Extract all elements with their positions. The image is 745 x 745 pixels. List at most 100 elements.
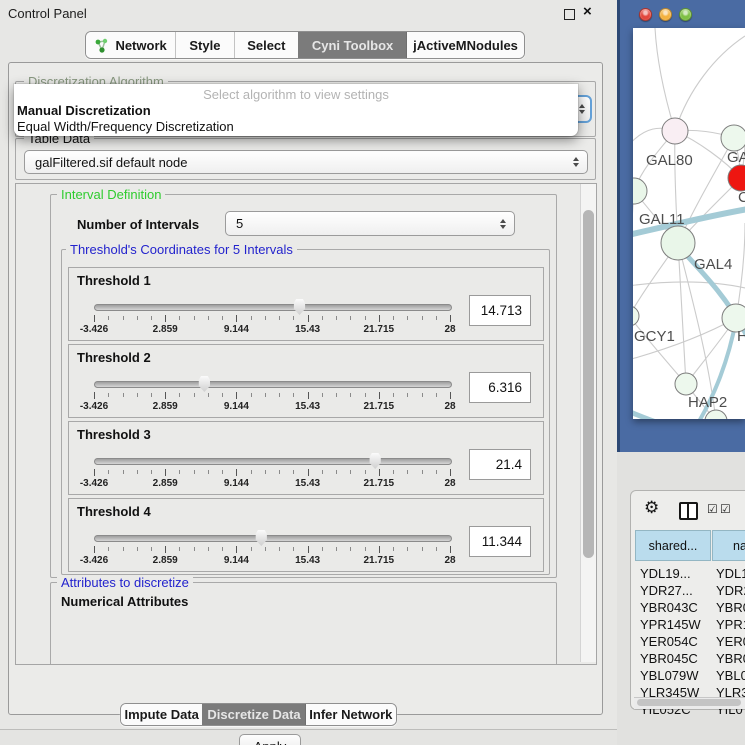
slider-tick bbox=[108, 316, 109, 320]
tab-label: Discretize Data bbox=[207, 707, 300, 722]
slider-tick bbox=[279, 393, 280, 397]
threshold-2-slider-handle[interactable] bbox=[197, 375, 211, 392]
node-label-gal4: GAL4 bbox=[694, 256, 732, 273]
table-data-combobox-value: galFiltered.sif default node bbox=[35, 155, 187, 170]
column-layout-icon[interactable] bbox=[679, 502, 698, 520]
tab-cyni-toolbox[interactable]: Cyni Toolbox bbox=[298, 32, 406, 58]
node-hap2[interactable] bbox=[675, 373, 697, 395]
tab-discretize-data[interactable]: Discretize Data bbox=[202, 704, 304, 725]
float-window-icon[interactable] bbox=[564, 9, 575, 20]
slider-tick bbox=[194, 547, 195, 551]
table-scrollbar-thumb[interactable] bbox=[637, 699, 741, 706]
threshold-3-label: Threshold 3 bbox=[77, 427, 151, 442]
threshold-coordinates-title: Threshold's Coordinates for 5 Intervals bbox=[66, 243, 297, 257]
slider-tick-label: 21.715 bbox=[354, 401, 404, 412]
threshold-4-slider-handle[interactable] bbox=[254, 529, 268, 546]
threshold-1-slider-track[interactable] bbox=[94, 304, 452, 311]
table-row[interactable]: YPR145WYPR1 bbox=[634, 617, 745, 634]
column-header-shared-name[interactable]: shared... bbox=[635, 530, 711, 561]
threshold-4-value-field[interactable]: 11.344 bbox=[469, 526, 531, 557]
minimize-traffic-light-icon[interactable] bbox=[659, 8, 672, 21]
combobox-stepper-icon bbox=[579, 104, 585, 114]
slider-tick bbox=[94, 546, 95, 553]
node-gal11[interactable] bbox=[633, 178, 647, 204]
threshold-4-box: Threshold 4-3.4262.8599.14415.4321.71528… bbox=[68, 498, 544, 572]
slider-tick bbox=[137, 393, 138, 397]
node-gcy1[interactable] bbox=[633, 306, 639, 326]
slider-tick bbox=[293, 547, 294, 551]
slider-tick bbox=[265, 470, 266, 474]
slider-tick bbox=[123, 547, 124, 551]
attributes-group-title: Attributes to discretize bbox=[57, 576, 193, 590]
network-edge[interactable] bbox=[655, 28, 675, 131]
threshold-1-slider-handle[interactable] bbox=[293, 298, 307, 315]
threshold-1-value-field[interactable]: 14.713 bbox=[469, 295, 531, 326]
slider-tick bbox=[407, 393, 408, 397]
table-row[interactable]: YBR045CYBR0 bbox=[634, 651, 745, 668]
table-row[interactable]: YBR043CYBR0 bbox=[634, 600, 745, 617]
node-gal4[interactable] bbox=[661, 226, 695, 260]
dropdown-item-manual-discretization[interactable]: Manual Discretization bbox=[14, 103, 578, 119]
cell-shared-name: YDR27... bbox=[640, 583, 693, 598]
threshold-3-value-field[interactable]: 21.4 bbox=[469, 449, 531, 480]
node-label-gal11: GAL11 bbox=[639, 211, 685, 228]
table-row[interactable]: YER054CYER0 bbox=[634, 634, 745, 651]
tab-jactivemnodules[interactable]: jActiveMNodules bbox=[406, 32, 524, 58]
checkbox-icon[interactable]: ☑ bbox=[720, 502, 731, 516]
slider-tick-label: 9.144 bbox=[211, 555, 261, 566]
threshold-2-value-field[interactable]: 6.316 bbox=[469, 372, 531, 403]
slider-tick-label: 28 bbox=[425, 555, 475, 566]
table-data-group: Table Data galFiltered.sif default node bbox=[15, 138, 596, 180]
slider-tick bbox=[251, 393, 252, 397]
network-edge[interactable] bbox=[675, 36, 745, 131]
slider-tick bbox=[236, 392, 237, 399]
cell-shared-name: YER054C bbox=[640, 634, 698, 649]
slider-tick bbox=[365, 316, 366, 320]
tab-network[interactable]: Network bbox=[86, 32, 175, 58]
column-header-name[interactable]: na bbox=[712, 530, 745, 561]
table-row[interactable]: YDL19...YDL1 bbox=[634, 566, 745, 583]
network-canvas[interactable]: GAL80GACGAL11GAL4GCY1HHAP2 bbox=[633, 28, 745, 419]
tab-infer-network[interactable]: Infer Network bbox=[305, 704, 396, 725]
network-edge[interactable] bbox=[633, 191, 634, 316]
table-row[interactable]: YBL079WYBL0 bbox=[634, 668, 745, 685]
threshold-2-slider-track[interactable] bbox=[94, 381, 452, 388]
apply-button[interactable]: Apply bbox=[239, 734, 301, 745]
node-label-c: C bbox=[738, 189, 745, 206]
zoom-traffic-light-icon[interactable] bbox=[679, 8, 692, 21]
settings-scrollbar-thumb[interactable] bbox=[583, 210, 594, 558]
tab-style[interactable]: Style bbox=[175, 32, 233, 58]
number-of-intervals-combobox[interactable]: 5 bbox=[225, 211, 515, 236]
tab-select[interactable]: Select bbox=[234, 32, 298, 58]
slider-tick bbox=[236, 546, 237, 553]
tab-impute-data[interactable]: Impute Data bbox=[121, 704, 202, 725]
slider-tick bbox=[165, 469, 166, 476]
dropdown-item-equal-width-frequency-discretization[interactable]: Equal Width/Frequency Discretization bbox=[14, 119, 578, 135]
number-of-intervals-value: 5 bbox=[236, 216, 243, 231]
table-data-combobox[interactable]: galFiltered.sif default node bbox=[24, 150, 588, 174]
slider-tick-label: -3.426 bbox=[69, 324, 119, 335]
slider-tick bbox=[94, 392, 95, 399]
threshold-3-slider-handle[interactable] bbox=[368, 452, 382, 469]
threshold-4-slider-track[interactable] bbox=[94, 535, 452, 542]
slider-tick bbox=[379, 546, 380, 553]
tab-label: Impute Data bbox=[125, 707, 199, 722]
combobox-stepper-icon bbox=[500, 219, 506, 229]
settings-vertical-scrollbar[interactable] bbox=[580, 184, 596, 662]
close-traffic-light-icon[interactable] bbox=[639, 8, 652, 21]
slider-tick bbox=[436, 316, 437, 320]
close-icon[interactable]: × bbox=[583, 3, 592, 20]
table-row[interactable]: YDR27...YDR2 bbox=[634, 583, 745, 600]
slider-tick-label: 28 bbox=[425, 401, 475, 412]
slider-tick-label: 2.859 bbox=[140, 555, 190, 566]
threshold-3-slider-track[interactable] bbox=[94, 458, 452, 465]
node-top-right[interactable] bbox=[721, 125, 745, 151]
node-gal80[interactable] bbox=[662, 118, 688, 144]
gear-icon[interactable]: ⚙ bbox=[644, 498, 659, 518]
slider-tick bbox=[165, 546, 166, 553]
checkbox-icon[interactable]: ☑ bbox=[707, 502, 718, 516]
node-red[interactable] bbox=[728, 165, 745, 191]
slider-tick bbox=[251, 316, 252, 320]
network-edge[interactable] bbox=[678, 243, 686, 384]
slider-tick bbox=[322, 316, 323, 320]
